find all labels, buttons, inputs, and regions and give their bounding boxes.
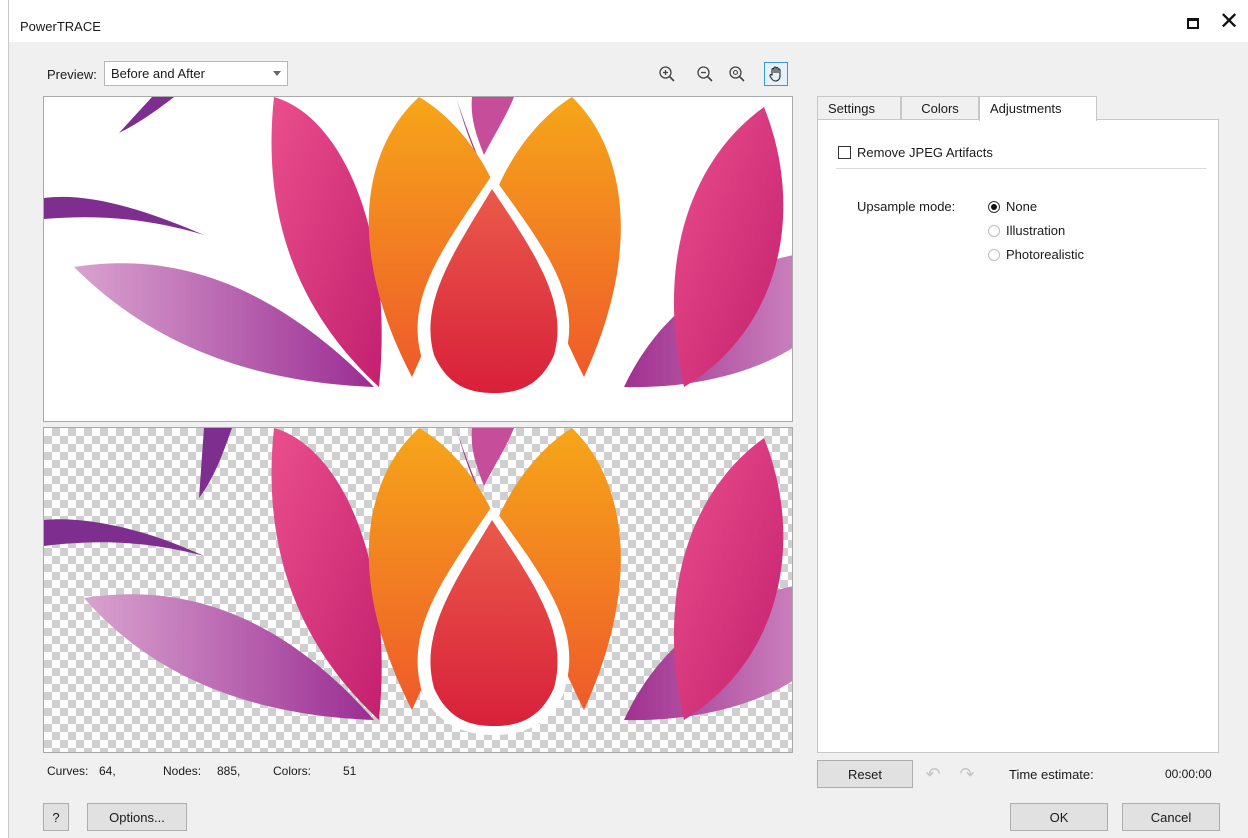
remove-jpeg-artifacts-option[interactable]: Remove JPEG Artifacts xyxy=(838,145,993,160)
upsample-option-label: Photorealistic xyxy=(1006,247,1085,262)
upsample-option-illustration[interactable]: Illustration xyxy=(988,223,1065,238)
panel-divider xyxy=(836,168,1206,169)
lotus-image-original xyxy=(44,97,792,402)
upsample-radio-illustration[interactable] xyxy=(988,224,1000,237)
time-estimate-label: Time estimate: xyxy=(1009,767,1094,782)
upsample-option-none[interactable]: None xyxy=(988,199,1037,214)
preview-mode-value: Before and After xyxy=(111,66,205,81)
zoom-fit-button[interactable] xyxy=(725,62,749,86)
tab-adjustments[interactable]: Adjustments xyxy=(979,96,1097,121)
curves-label: Curves: xyxy=(47,764,89,778)
chevron-down-icon xyxy=(273,71,281,76)
zoom-in-icon xyxy=(659,66,675,82)
ok-button[interactable]: OK xyxy=(1010,803,1108,831)
options-button[interactable]: Options... xyxy=(87,803,187,831)
title-bar: PowerTRACE ✕ xyxy=(9,0,1248,42)
colors-value: 51 xyxy=(343,764,357,778)
preview-label: Preview: xyxy=(47,67,97,82)
upsample-option-label: None xyxy=(1006,199,1038,214)
close-button[interactable]: ✕ xyxy=(1217,10,1241,34)
adjustments-panel: Remove JPEG Artifacts Upsample mode: Non… xyxy=(817,119,1219,753)
undo-icon[interactable]: ↶ xyxy=(923,764,943,784)
zoom-fit-icon xyxy=(729,66,745,82)
maximize-icon xyxy=(1187,17,1199,29)
remove-jpeg-artifacts-checkbox[interactable] xyxy=(838,146,851,159)
zoom-in-button[interactable] xyxy=(655,62,679,86)
window-title: PowerTRACE xyxy=(20,19,101,34)
colors-label: Colors: xyxy=(273,764,312,778)
reset-button[interactable]: Reset xyxy=(817,760,913,788)
zoom-out-button[interactable] xyxy=(693,62,717,86)
upsample-radio-none[interactable] xyxy=(988,200,1000,213)
zoom-out-icon xyxy=(697,66,713,82)
after-preview-pane[interactable] xyxy=(43,427,793,753)
tab-settings[interactable]: Settings xyxy=(817,96,901,120)
before-preview-pane[interactable] xyxy=(43,96,793,422)
close-icon: ✕ xyxy=(1218,8,1240,35)
upsample-option-photorealistic[interactable]: Photorealistic xyxy=(988,247,1084,262)
help-button[interactable]: ? xyxy=(43,803,69,831)
nodes-label: Nodes: xyxy=(163,764,202,778)
upsample-mode-label: Upsample mode: xyxy=(857,199,956,214)
pan-tool-button[interactable] xyxy=(764,62,788,86)
maximize-button[interactable] xyxy=(1184,14,1202,32)
remove-jpeg-artifacts-label: Remove JPEG Artifacts xyxy=(857,145,993,160)
powertrace-dialog: PowerTRACE ✕ Preview: Before and After C… xyxy=(8,0,1248,838)
tab-colors[interactable]: Colors xyxy=(901,96,979,120)
time-estimate-value: 00:00:00 xyxy=(1165,767,1212,781)
preview-mode-select[interactable]: Before and After xyxy=(104,61,288,86)
hand-icon xyxy=(769,66,781,82)
nodes-value: 885, xyxy=(217,764,241,778)
upsample-radio-photorealistic[interactable] xyxy=(988,248,1000,261)
redo-icon[interactable]: ↷ xyxy=(957,764,977,784)
lotus-image-traced xyxy=(44,428,792,735)
upsample-option-label: Illustration xyxy=(1006,223,1066,238)
curves-value: 64, xyxy=(99,764,116,778)
cancel-button[interactable]: Cancel xyxy=(1122,803,1220,831)
